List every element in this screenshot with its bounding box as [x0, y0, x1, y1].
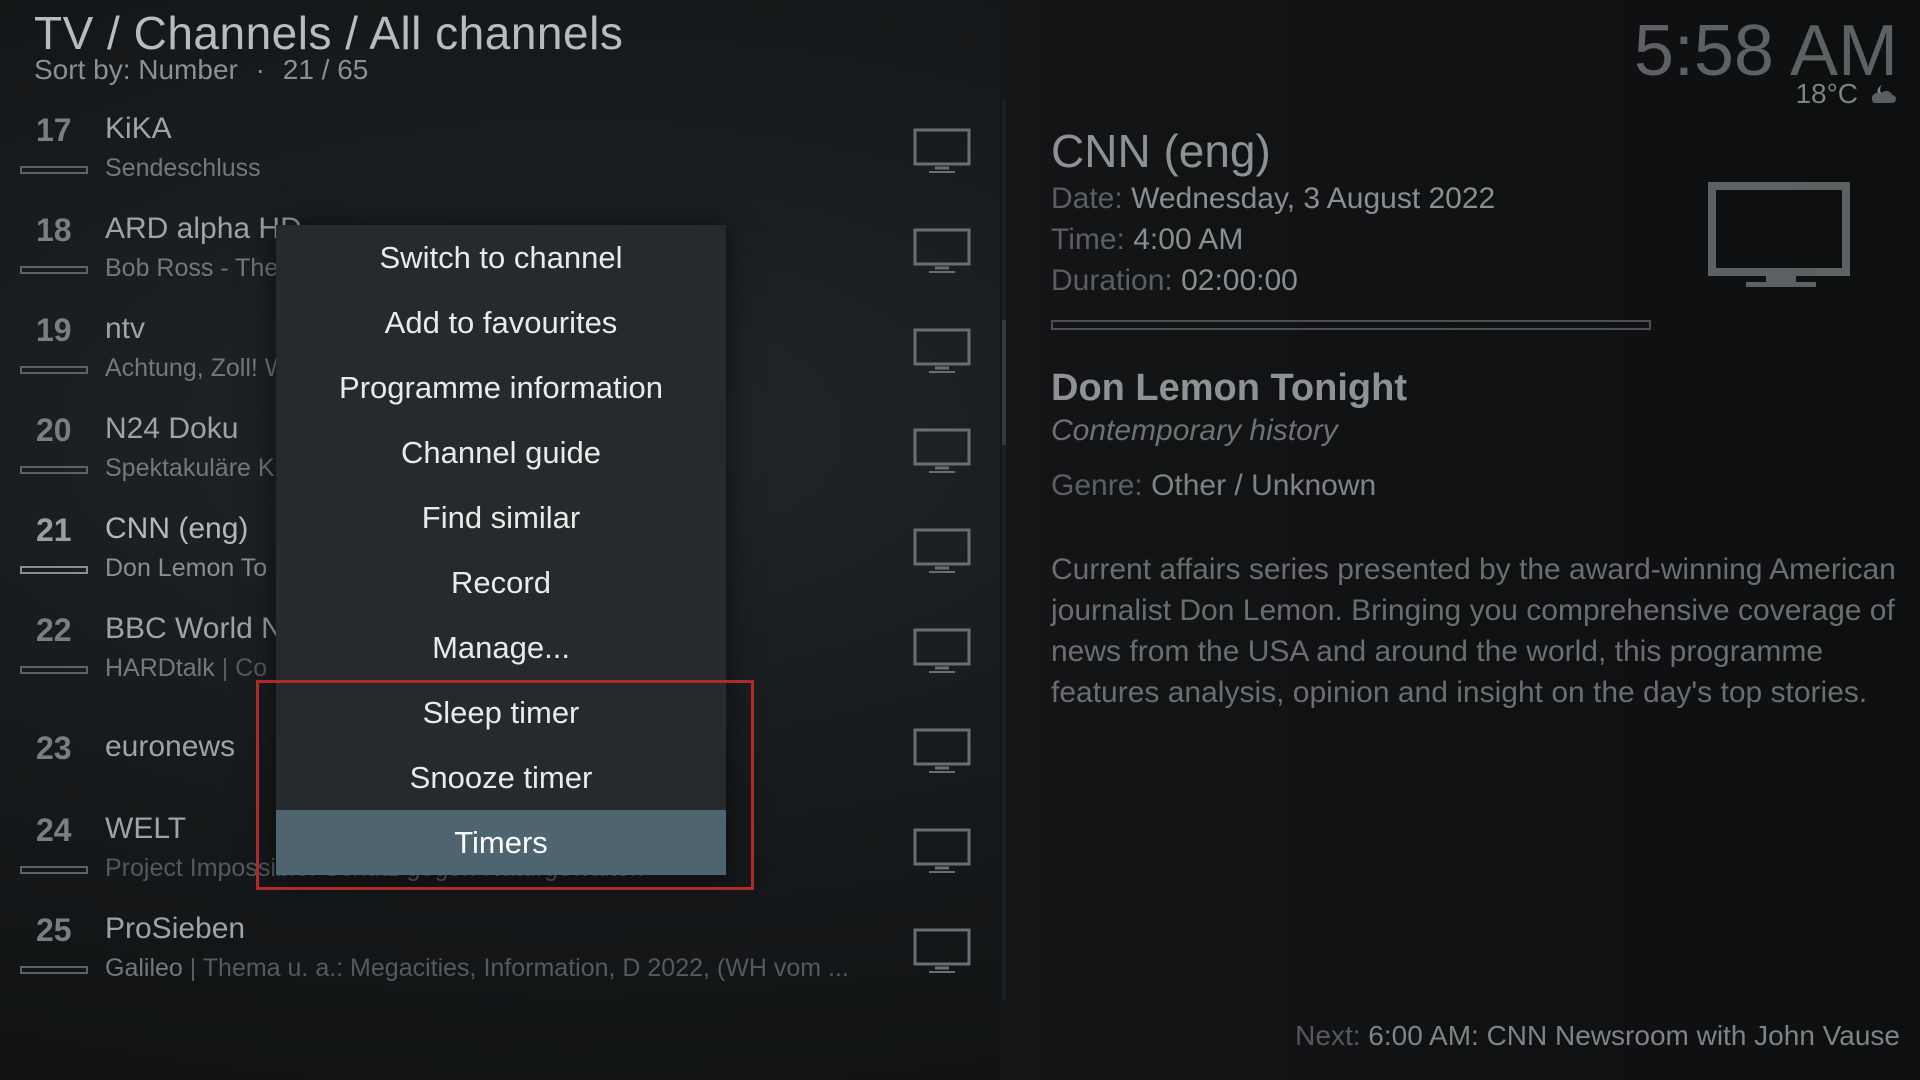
progress-bar: [20, 866, 88, 874]
menu-item-channel-guide[interactable]: Channel guide: [276, 420, 726, 485]
info-duration: Duration: 02:00:00: [1051, 264, 1298, 298]
channel-number: 19: [36, 312, 72, 348]
annotation-highlight-box: [256, 680, 754, 890]
info-channel-name: CNN (eng): [1051, 125, 1271, 177]
show-title: Don Lemon Tonight: [1051, 367, 1407, 409]
date-value: Wednesday, 3 August 2022: [1131, 182, 1496, 215]
channel-name: CNN (eng): [105, 512, 249, 545]
separator: ·: [255, 54, 265, 85]
programme-title: Bob Ross - The: [105, 254, 279, 282]
programme-title-rest: Thema u. a.: Megacities, Information, D …: [202, 954, 849, 982]
progress-bar: [20, 366, 88, 374]
show-subtitle: Contemporary history: [1051, 414, 1338, 447]
page-title: TV / Channels / All channels: [34, 7, 624, 59]
channel-number: 18: [36, 212, 72, 248]
genre-value: Other / Unknown: [1151, 469, 1377, 502]
duration-value: 02:00:00: [1181, 264, 1298, 297]
list-position: 21 / 65: [282, 54, 369, 85]
next-programme: Next: 6:00 AM: CNN Newsroom with John Va…: [1295, 1020, 1900, 1052]
temperature: 18°C: [1795, 78, 1858, 109]
show-description: Current affairs series presented by the …: [1051, 553, 1896, 709]
programme-title-main: Galileo: [105, 954, 183, 982]
progress-bar: [20, 466, 88, 474]
menu-item-programme-information[interactable]: Programme information: [276, 355, 726, 420]
next-label: Next:: [1295, 1020, 1361, 1051]
tv-icon: [913, 328, 971, 373]
progress-bar: [20, 266, 88, 274]
tv-icon: [913, 628, 971, 673]
weather: 18°C: [1795, 78, 1898, 110]
genre: Genre: Other / Unknown: [1051, 469, 1376, 503]
channel-name: WELT: [105, 812, 187, 845]
channel-name: KiKA: [105, 112, 172, 145]
channel-number: 21: [36, 512, 72, 548]
programme-title: HARDtalk | Co: [105, 654, 268, 682]
channel-number: 23: [36, 730, 72, 766]
tv-icon: [913, 528, 971, 573]
menu-item-add-to-favourites[interactable]: Add to favourites: [276, 290, 726, 355]
programme-title: Galileo | Thema u. a.: Megacities, Infor…: [105, 954, 849, 982]
time-value: 4:00 AM: [1133, 223, 1244, 256]
time-label: Time:: [1051, 223, 1125, 256]
channel-number: 17: [36, 112, 72, 148]
channel-number: 20: [36, 412, 72, 448]
channel-name: euronews: [105, 730, 236, 763]
channel-name: ARD alpha HD: [105, 212, 302, 245]
channel-number: 22: [36, 612, 72, 648]
tv-icon: [913, 828, 971, 873]
tv-icon: [913, 928, 971, 973]
menu-item-record[interactable]: Record: [276, 550, 726, 615]
programme-title: Sendeschluss: [105, 154, 261, 182]
channel-number: 25: [36, 912, 72, 948]
sort-label[interactable]: Sort by: Number: [34, 54, 238, 85]
cloudy-night-icon: [1871, 85, 1896, 103]
menu-item-switch-to-channel[interactable]: Switch to channel: [276, 225, 726, 290]
duration-label: Duration:: [1051, 264, 1173, 297]
progress-bar: [20, 566, 88, 574]
next-value: 6:00 AM: CNN Newsroom with John Vause: [1368, 1020, 1900, 1051]
scrollbar-track[interactable]: [1002, 100, 1006, 1000]
programme-title: Don Lemon To: [105, 554, 268, 582]
tv-icon: [913, 128, 971, 173]
tv-icon: [1708, 182, 1850, 287]
progress-bar: [20, 666, 88, 674]
channel-name: ntv: [105, 312, 146, 345]
programme-title-main: HARDtalk: [105, 654, 215, 682]
channel-row[interactable]: 17 KiKA Sendeschluss: [0, 100, 990, 200]
info-time: Time: 4:00 AM: [1051, 223, 1243, 257]
menu-item-find-similar[interactable]: Find similar: [276, 485, 726, 550]
scrollbar-thumb[interactable]: [1002, 320, 1006, 445]
programme-progress-bar: [1051, 320, 1651, 330]
genre-label: Genre:: [1051, 469, 1143, 502]
channel-name: ProSieben: [105, 912, 246, 945]
tv-icon: [913, 228, 971, 273]
programme-title: Spektakuläre K: [105, 454, 275, 482]
info-date: Date: Wednesday, 3 August 2022: [1051, 182, 1495, 216]
programme-title: Achtung, Zoll! W: [105, 354, 289, 382]
channel-row[interactable]: 25 ProSieben Galileo | Thema u. a.: Mega…: [0, 900, 990, 1000]
progress-bar: [20, 966, 88, 974]
tv-icon: [913, 428, 971, 473]
sort-info: Sort by: Number · 21 / 65: [34, 54, 368, 86]
progress-bar: [20, 166, 88, 174]
tv-icon: [913, 728, 971, 773]
channel-number: 24: [36, 812, 72, 848]
programme-title-rest: Co: [235, 654, 268, 682]
channel-name: BBC World N: [105, 612, 283, 645]
menu-item-manage[interactable]: Manage...: [276, 615, 726, 680]
date-label: Date:: [1051, 182, 1123, 215]
channel-name: N24 Doku: [105, 412, 239, 445]
